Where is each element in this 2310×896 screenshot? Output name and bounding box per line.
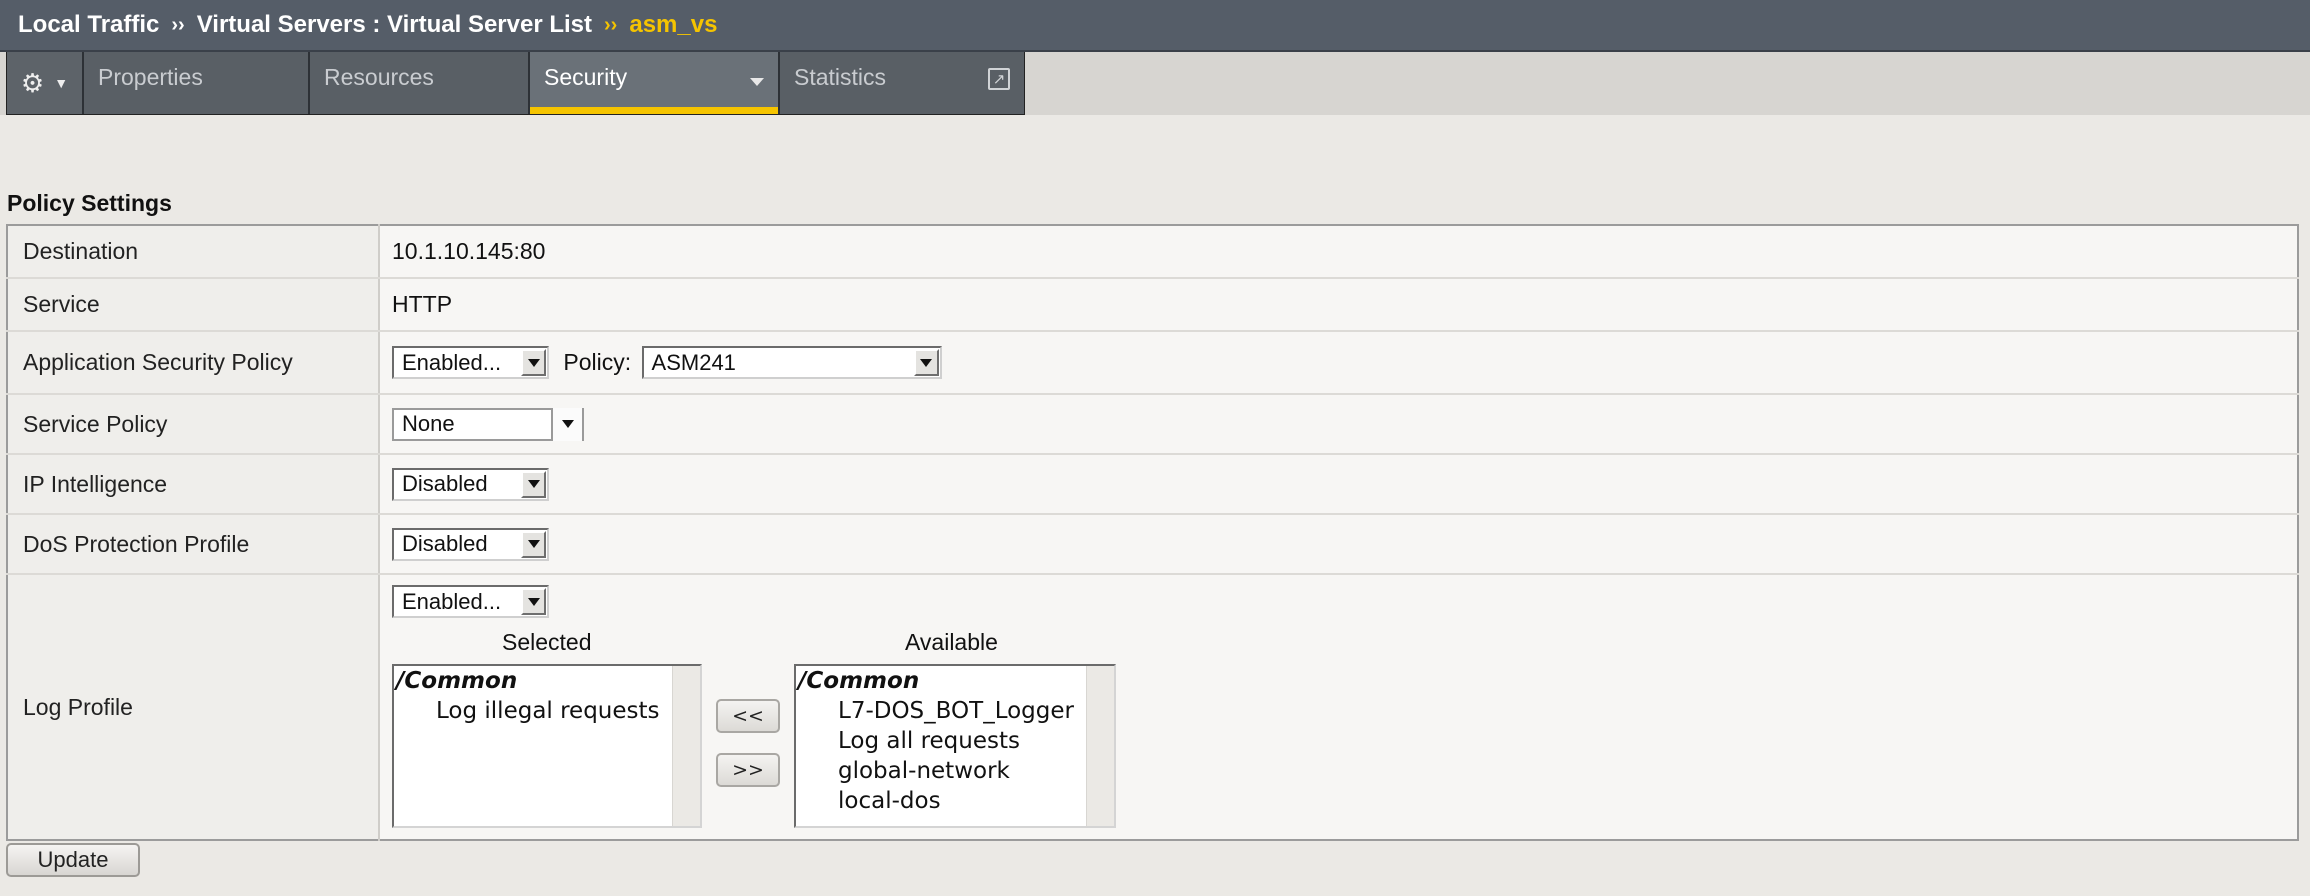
dos-protection-profile-select[interactable]: Disabled — [392, 527, 549, 561]
chevron-down-icon — [521, 349, 546, 376]
update-button[interactable]: Update — [6, 843, 140, 877]
list-item[interactable]: local-dos — [796, 786, 1114, 816]
select-value: Disabled — [402, 531, 488, 556]
move-to-selected-button[interactable]: << — [716, 699, 780, 733]
list-item[interactable]: global-network — [796, 756, 1114, 786]
dos-protection-profile-controls: Disabled — [379, 514, 2298, 575]
row-service: Service HTTP — [7, 278, 2298, 332]
breadcrumb: Local Traffic ›› Virtual Servers : Virtu… — [0, 0, 2310, 52]
log-profile-controls: Enabled... Selected Available /Common Lo… — [379, 574, 2298, 840]
selected-title: Selected — [502, 629, 592, 655]
breadcrumb-separator: ›› — [171, 13, 185, 36]
select-value: Disabled — [402, 471, 488, 496]
select-value: None — [402, 411, 455, 436]
tab-label: Properties — [98, 64, 203, 90]
service-policy-label: Service Policy — [7, 394, 380, 455]
chevron-down-icon: ▼ — [54, 75, 69, 91]
chevron-down-icon — [521, 530, 546, 558]
select-value: Enabled... — [402, 588, 502, 614]
tab-security[interactable]: Security — [530, 52, 780, 114]
tab-label: Resources — [324, 64, 434, 90]
tab-bar: ⚙ ▼ Properties Resources Security Statis… — [0, 52, 2310, 115]
tab-label: Statistics — [794, 64, 887, 90]
chevron-down-icon — [913, 349, 939, 376]
list-item[interactable]: Log all requests — [796, 726, 1114, 756]
dos-protection-profile-label: DoS Protection Profile — [7, 514, 380, 575]
service-policy-select[interactable]: None — [392, 407, 584, 441]
policy-select[interactable]: ASM241 — [641, 346, 942, 379]
log-profile-widget: Enabled... Selected Available /Common Lo… — [380, 575, 2297, 839]
policy-settings-table: Destination 10.1.10.145:80 Service HTTP … — [6, 224, 2299, 841]
row-dos-protection-profile: DoS Protection Profile Disabled — [7, 514, 2298, 575]
chevron-down-icon — [521, 470, 546, 498]
available-log-profiles-list[interactable]: /Common L7-DOS_BOT_Logger Log all reques… — [794, 664, 1116, 828]
gear-icon: ⚙ — [20, 67, 45, 98]
move-to-available-button[interactable]: >> — [716, 753, 780, 787]
service-value: HTTP — [379, 278, 2298, 332]
breadcrumb-local-traffic[interactable]: Local Traffic — [18, 11, 159, 39]
application-security-state-select[interactable]: Enabled... — [392, 346, 549, 379]
service-label: Service — [7, 278, 380, 332]
policy-label: Policy: — [563, 349, 632, 375]
tab-resources[interactable]: Resources — [310, 52, 530, 114]
list-item[interactable]: L7-DOS_BOT_Logger — [796, 696, 1114, 726]
tab-properties[interactable]: Properties — [84, 52, 310, 114]
section-title: Policy Settings — [7, 190, 172, 216]
row-service-policy: Service Policy None — [7, 394, 2298, 455]
row-application-security-policy: Application Security Policy Enabled... P… — [7, 331, 2298, 395]
options-menu-button[interactable]: ⚙ ▼ — [7, 52, 84, 114]
tab-label: Security — [544, 64, 628, 90]
available-title: Available — [905, 629, 998, 655]
log-profile-state-select[interactable]: Enabled... — [392, 585, 549, 618]
destination-label: Destination — [7, 225, 380, 279]
row-destination: Destination 10.1.10.145:80 — [7, 225, 2298, 279]
ip-intelligence-label: IP Intelligence — [7, 454, 380, 515]
list-group: /Common — [798, 668, 920, 694]
breadcrumb-current-asm-vs: asm_vs — [629, 11, 718, 38]
chevron-down-icon — [551, 407, 582, 441]
list-group: /Common — [396, 668, 518, 694]
application-security-policy-label: Application Security Policy — [7, 331, 380, 395]
external-link-icon[interactable]: ↗ — [988, 68, 1010, 90]
application-security-policy-controls: Enabled... Policy: ASM241 — [379, 331, 2298, 395]
tab-strip: ⚙ ▼ Properties Resources Security Statis… — [6, 52, 1025, 115]
log-profile-label: Log Profile — [7, 574, 380, 840]
breadcrumb-virtual-server-list[interactable]: Virtual Servers : Virtual Server List — [197, 11, 592, 39]
scrollbar[interactable] — [1086, 666, 1114, 826]
row-log-profile: Log Profile Enabled... Selected Availabl… — [7, 574, 2298, 840]
destination-value: 10.1.10.145:80 — [379, 225, 2298, 279]
select-value: ASM241 — [651, 349, 736, 375]
row-ip-intelligence: IP Intelligence Disabled — [7, 454, 2298, 515]
breadcrumb-separator: ›› — [604, 13, 618, 36]
list-item[interactable]: Log illegal requests — [394, 696, 700, 726]
ip-intelligence-select[interactable]: Disabled — [392, 467, 549, 501]
tab-statistics[interactable]: Statistics ↗ — [780, 52, 1024, 114]
select-value: Enabled... — [402, 349, 502, 375]
chevron-down-icon — [521, 588, 546, 615]
selected-log-profiles-list[interactable]: /Common Log illegal requests — [392, 664, 702, 828]
ip-intelligence-controls: Disabled — [379, 454, 2298, 515]
chevron-down-icon[interactable] — [750, 78, 764, 86]
service-policy-controls: None — [379, 394, 2298, 455]
scrollbar[interactable] — [672, 666, 700, 826]
